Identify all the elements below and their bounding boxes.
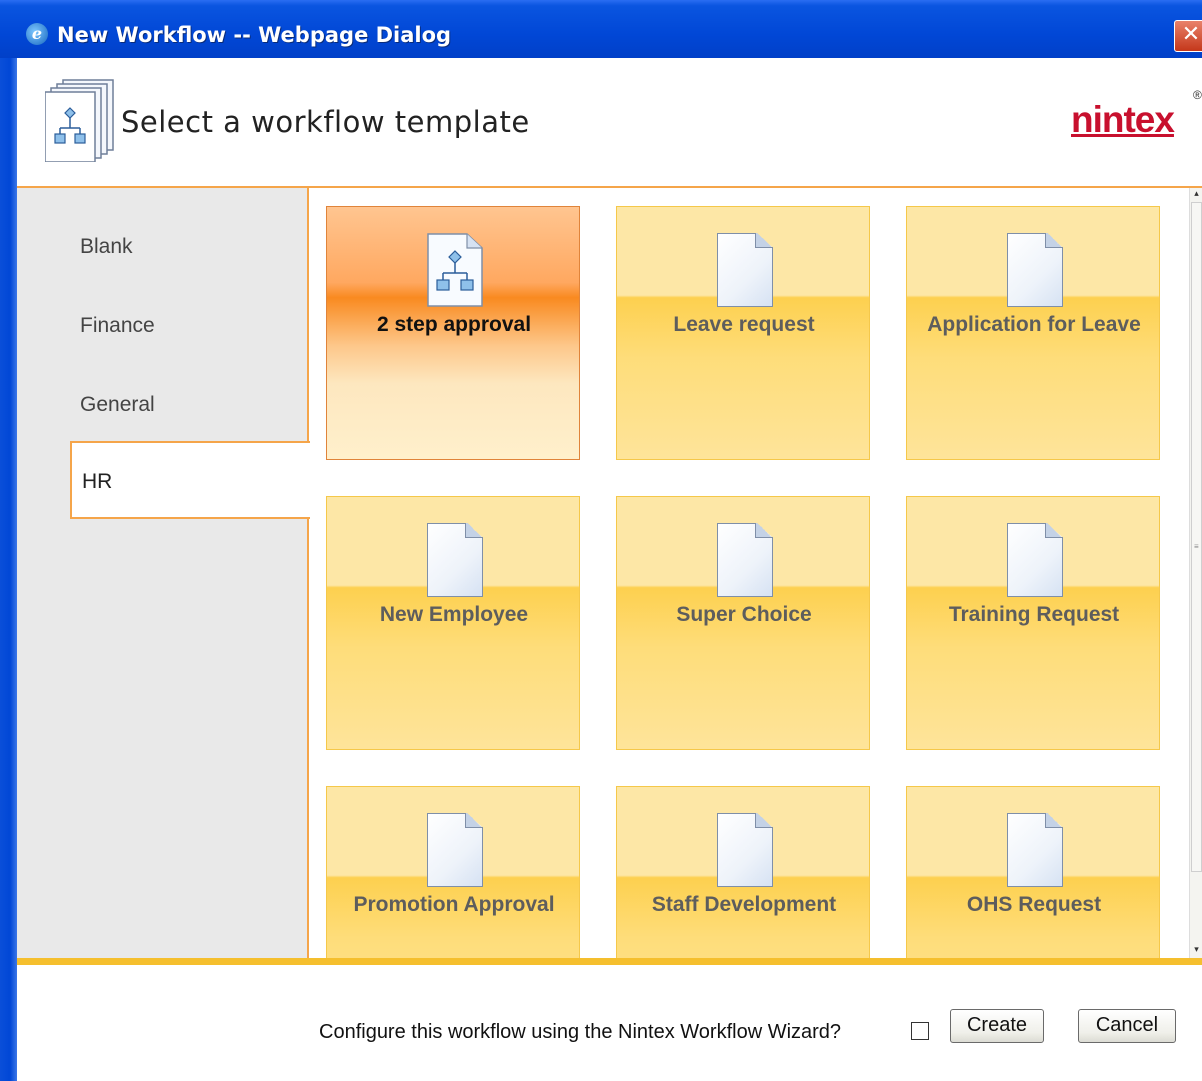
category-hr[interactable]: HR xyxy=(70,441,310,519)
dialog-content: Select a workflow template nintex ® Blan… xyxy=(17,58,1202,1081)
document-fold-icon xyxy=(755,813,773,828)
template-tile-promotion-approval[interactable]: Promotion Approval xyxy=(326,786,580,958)
template-label: Leave request xyxy=(673,313,815,336)
workflow-templates-icon xyxy=(45,79,114,162)
scroll-up-arrow-icon[interactable]: ▴ xyxy=(1190,188,1202,200)
close-button[interactable]: ✕ xyxy=(1174,20,1202,52)
template-grid: 2 step approval Leave request Applicatio… xyxy=(309,188,1187,958)
internet-explorer-icon: e xyxy=(26,23,48,45)
category-blank[interactable]: Blank xyxy=(80,234,133,260)
document-fold-icon xyxy=(1045,233,1063,248)
document-fold-icon xyxy=(465,523,483,538)
template-label: Super Choice xyxy=(676,603,812,626)
footer-divider xyxy=(17,958,1202,965)
window-title: New Workflow -- Webpage Dialog xyxy=(57,23,452,47)
document-fold-icon xyxy=(1045,523,1063,538)
dialog-header: Select a workflow template nintex ® xyxy=(17,58,1202,188)
title-bar: e New Workflow -- Webpage Dialog ✕ xyxy=(0,0,1202,59)
create-button[interactable]: Create xyxy=(950,1009,1044,1043)
template-scrollbar[interactable]: ▴ ≡ ▾ xyxy=(1189,188,1202,958)
template-label: Application for Leave xyxy=(927,313,1141,336)
document-fold-icon xyxy=(1045,813,1063,828)
template-tile-ohs-request[interactable]: OHS Request xyxy=(906,786,1160,958)
scrollbar-thumb[interactable]: ≡ xyxy=(1191,202,1202,872)
template-label: OHS Request xyxy=(966,893,1102,916)
template-label: Training Request xyxy=(948,603,1120,626)
template-tile-2-step-approval[interactable]: 2 step approval xyxy=(326,206,580,460)
wizard-option-label: Configure this workflow using the Nintex… xyxy=(319,1021,842,1043)
logo-registered-mark: ® xyxy=(1193,88,1202,102)
workflow-icon xyxy=(427,233,483,307)
page-title: Select a workflow template xyxy=(121,105,530,139)
scroll-down-arrow-icon[interactable]: ▾ xyxy=(1190,944,1202,956)
template-tile-leave-request[interactable]: Leave request xyxy=(616,206,870,460)
category-general[interactable]: General xyxy=(80,392,155,418)
window-frame-left xyxy=(0,58,17,1081)
template-tile-application-for-leave[interactable]: Application for Leave xyxy=(906,206,1160,460)
dialog-footer: Configure this workflow using the Nintex… xyxy=(17,965,1202,1081)
template-label: New Employee xyxy=(379,603,529,626)
document-fold-icon xyxy=(465,813,483,828)
cancel-button[interactable]: Cancel xyxy=(1078,1009,1176,1043)
wizard-checkbox[interactable] xyxy=(911,1022,929,1040)
category-sidebar: Blank Finance General HR xyxy=(17,188,310,958)
scrollbar-grip-icon: ≡ xyxy=(1194,543,1199,552)
document-fold-icon xyxy=(755,233,773,248)
template-label: 2 step approval xyxy=(376,313,532,336)
template-label: Staff Development xyxy=(651,893,837,916)
template-tile-new-employee[interactable]: New Employee xyxy=(326,496,580,750)
template-tile-training-request[interactable]: Training Request xyxy=(906,496,1160,750)
template-tile-staff-development[interactable]: Staff Development xyxy=(616,786,870,958)
nintex-logo: nintex xyxy=(1071,99,1175,140)
template-label: Promotion Approval xyxy=(353,893,555,916)
document-fold-icon xyxy=(755,523,773,538)
category-finance[interactable]: Finance xyxy=(80,313,155,339)
template-tile-super-choice[interactable]: Super Choice xyxy=(616,496,870,750)
